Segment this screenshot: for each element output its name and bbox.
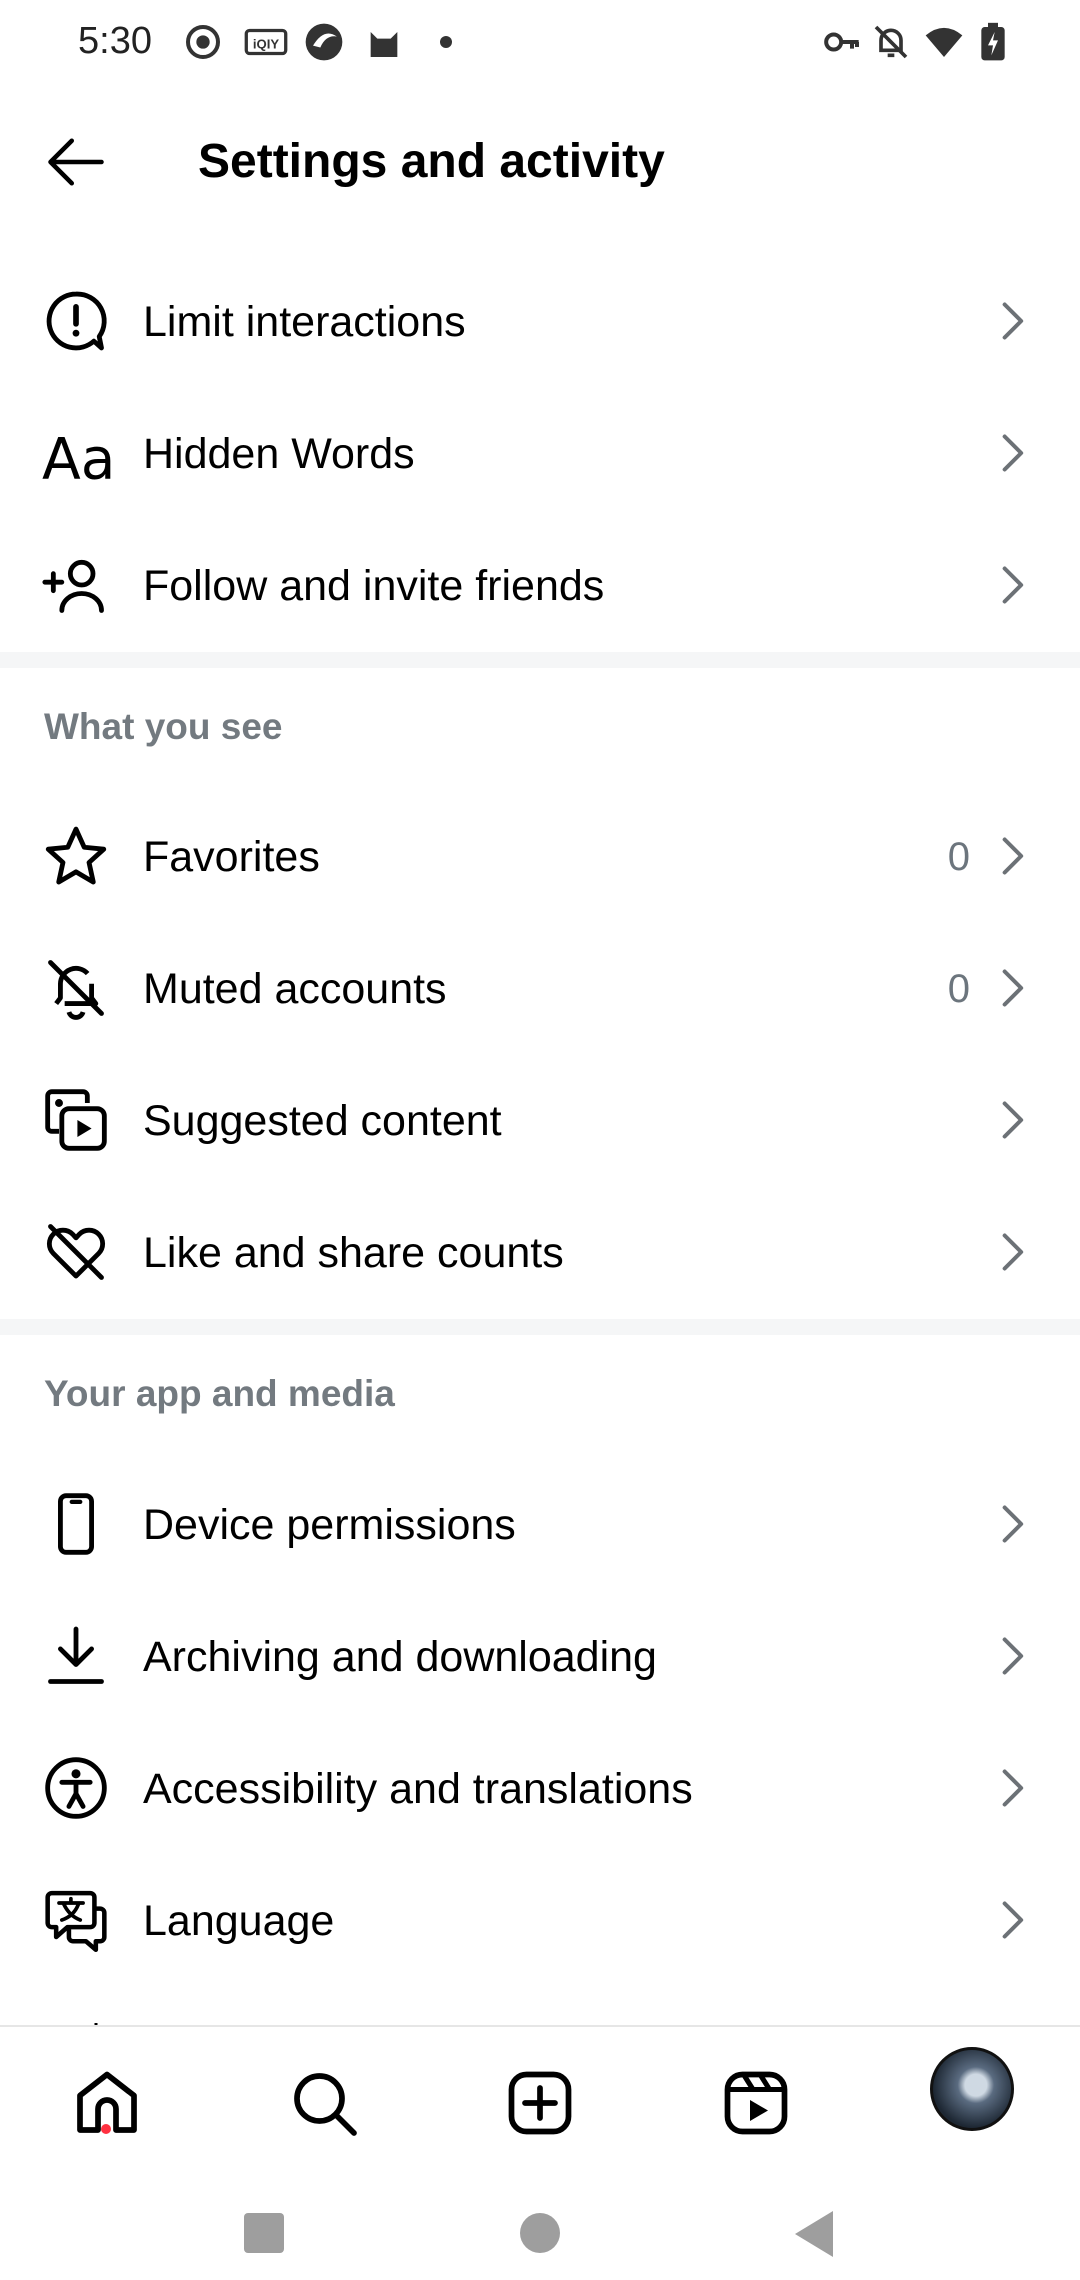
row-follow-invite-friends[interactable]: Follow and invite friends — [0, 519, 1080, 651]
accessibility-icon — [40, 1754, 112, 1822]
status-time: 5:30 — [78, 20, 152, 62]
row-language[interactable]: Language — [0, 1854, 1080, 1986]
section-header-what-you-see: What you see — [44, 706, 283, 747]
heart-slash-icon — [40, 1218, 112, 1286]
battery-charging-icon — [978, 22, 1008, 62]
chevron-right-icon — [992, 966, 1032, 1010]
back-button[interactable] — [36, 122, 116, 202]
svg-text:iQIY: iQIY — [253, 37, 280, 52]
nav-home[interactable] — [59, 2055, 155, 2151]
chevron-right-icon — [992, 1098, 1032, 1142]
translate-chat-icon — [40, 1886, 112, 1954]
row-label: Muted accounts — [143, 965, 447, 1013]
chevron-right-icon — [992, 563, 1032, 607]
chevron-right-icon — [992, 1898, 1032, 1942]
search-icon — [294, 2073, 357, 2136]
iqiyi-icon: iQIY — [243, 22, 289, 62]
notification-dot — [101, 2124, 111, 2134]
chevron-right-icon — [992, 1502, 1032, 1546]
download-icon — [40, 1622, 112, 1690]
header: Settings and activity — [0, 88, 1080, 236]
add-person-icon — [40, 551, 112, 619]
plus-square-icon — [508, 2071, 572, 2135]
nav-reels[interactable] — [708, 2055, 804, 2151]
row-label: Like and share counts — [143, 1229, 564, 1277]
section-divider — [0, 652, 1080, 668]
nav-profile-avatar[interactable] — [930, 2047, 1014, 2131]
nav-search[interactable] — [276, 2055, 372, 2151]
section-divider — [0, 1319, 1080, 1335]
chevron-right-icon — [992, 834, 1032, 878]
chevron-right-icon — [992, 1634, 1032, 1678]
system-back-button[interactable] — [795, 2211, 833, 2257]
row-label: Device permissions — [143, 1501, 516, 1549]
row-accessibility-translations[interactable]: Accessibility and translations — [0, 1722, 1080, 1854]
nav-create[interactable] — [492, 2055, 588, 2151]
row-device-permissions[interactable]: Device permissions — [0, 1458, 1080, 1590]
arrow-left-icon — [48, 138, 104, 186]
row-label: Limit interactions — [143, 298, 466, 346]
recents-button[interactable] — [244, 2213, 284, 2253]
row-label: Follow and invite friends — [143, 562, 605, 610]
row-label: Hidden Words — [143, 430, 415, 478]
row-label: Favorites — [143, 833, 320, 881]
bottom-nav — [0, 2025, 1080, 2175]
row-archiving-downloading[interactable]: Archiving and downloading — [0, 1590, 1080, 1722]
record-icon — [183, 22, 223, 62]
row-label: Accessibility and translations — [143, 1765, 693, 1813]
row-muted-accounts[interactable]: Muted accounts 0 — [0, 922, 1080, 1054]
home-button[interactable] — [520, 2213, 560, 2253]
chevron-right-icon — [992, 299, 1032, 343]
chevron-right-icon — [992, 1230, 1032, 1274]
screen: 5:30 iQIY Settings and activity Limit in… — [0, 0, 1080, 2280]
phone-icon — [40, 1490, 112, 1558]
row-hidden-words[interactable]: Aa Hidden Words — [0, 387, 1080, 519]
section-header-your-app-and-media: Your app and media — [44, 1373, 395, 1414]
limit-interactions-icon — [40, 287, 112, 355]
bell-slash-icon — [40, 954, 112, 1022]
row-suggested-content[interactable]: Suggested content — [0, 1054, 1080, 1186]
row-count: 0 — [947, 835, 970, 879]
row-label: Language — [143, 1897, 335, 1945]
chevron-right-icon — [992, 431, 1032, 475]
reels-icon — [724, 2071, 788, 2135]
status-bar: 5:30 iQIY — [0, 0, 1080, 88]
star-icon — [40, 822, 112, 890]
chevron-right-icon — [992, 1766, 1032, 1810]
text-aa-icon: Aa — [40, 419, 115, 493]
svg-text:Aa: Aa — [42, 427, 115, 493]
android-nav-bar — [0, 2175, 1080, 2280]
row-label: Suggested content — [143, 1097, 502, 1145]
row-label: Archiving and downloading — [143, 1633, 657, 1681]
wifi-icon — [922, 22, 966, 62]
bell-off-icon — [871, 22, 911, 62]
row-count: 0 — [947, 967, 970, 1011]
row-limit-interactions[interactable]: Limit interactions — [0, 255, 1080, 387]
vpn-key-icon — [822, 22, 862, 62]
row-favorites[interactable]: Favorites 0 — [0, 790, 1080, 922]
browser-icon — [302, 20, 346, 64]
dot-icon — [428, 22, 464, 62]
suggested-media-icon — [40, 1086, 112, 1154]
row-like-share-counts[interactable]: Like and share counts — [0, 1186, 1080, 1318]
page-title: Settings and activity — [198, 135, 665, 188]
cat-app-icon — [364, 22, 404, 62]
